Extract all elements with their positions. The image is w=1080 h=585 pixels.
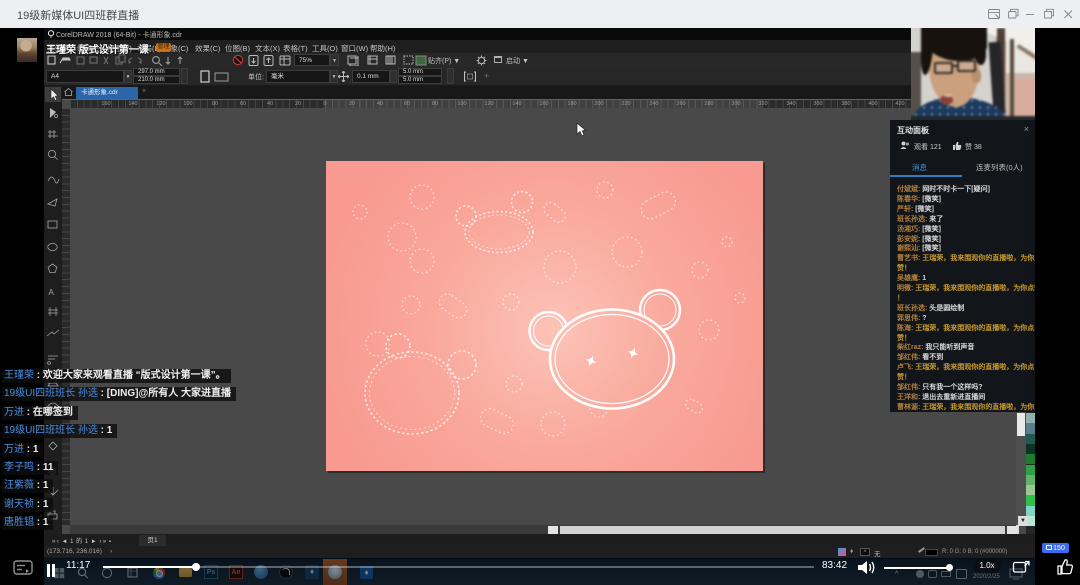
svg-text:A: A bbox=[49, 288, 55, 297]
